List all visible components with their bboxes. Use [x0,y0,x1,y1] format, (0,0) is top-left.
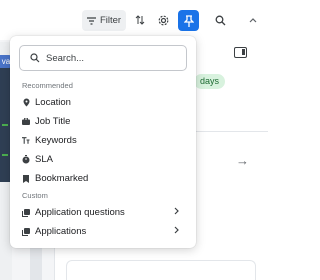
pin-icon [183,14,194,27]
section-header-recommended: Recommended [22,81,73,90]
stack-icon [22,208,30,217]
menu-item-label: Location [35,97,71,108]
panel-toggle-icon[interactable] [234,47,247,58]
arrow-right-icon[interactable]: → [236,153,249,168]
search-icon[interactable] [213,13,227,27]
filter-button[interactable]: Filter [82,10,126,31]
timer-icon [22,155,30,164]
divider [194,131,268,132]
pin-button[interactable] [178,10,199,31]
settings-icon[interactable] [156,13,170,27]
menu-item-sla[interactable]: SLA [19,150,187,169]
left-column-2 [30,248,42,280]
menu-item-label: SLA [35,154,53,165]
menu-item-job-title[interactable]: Job Title [19,112,187,131]
filter-icon [86,16,96,25]
filter-dropdown: Recommended Location Job Title Keywords … [10,36,196,248]
section-header-custom: Custom [22,191,48,200]
menu-item-label: Application questions [35,207,125,218]
menu-item-label: Keywords [35,135,77,146]
briefcase-icon [22,117,30,126]
menu-item-label: Job Title [35,116,71,127]
inner-card [66,260,256,280]
green-marker [2,124,8,126]
toolbar: Filter [0,0,268,40]
location-pin-icon [22,98,30,107]
menu-item-label: Bookmarked [35,173,89,184]
green-marker [2,154,8,156]
chevron-right-icon [174,226,179,237]
search-input[interactable] [46,52,176,64]
days-badge: days [194,74,226,89]
chevron-right-icon [174,207,179,218]
text-icon [22,136,30,145]
search-icon [30,53,40,63]
stack-icon [22,227,30,236]
menu-item-bookmarked[interactable]: Bookmarked [19,169,187,188]
menu-item-label: Applications [35,226,87,237]
filter-label: Filter [99,15,122,26]
menu-item-location[interactable]: Location [19,93,187,112]
menu-item-keywords[interactable]: Keywords [19,131,187,150]
chevron-up-icon[interactable] [246,13,260,27]
bookmark-icon [22,174,30,183]
sort-icon[interactable] [133,13,147,27]
search-field[interactable] [19,45,187,71]
menu-item-applications[interactable]: Applications [19,222,187,241]
menu-item-application-questions[interactable]: Application questions [19,203,187,222]
